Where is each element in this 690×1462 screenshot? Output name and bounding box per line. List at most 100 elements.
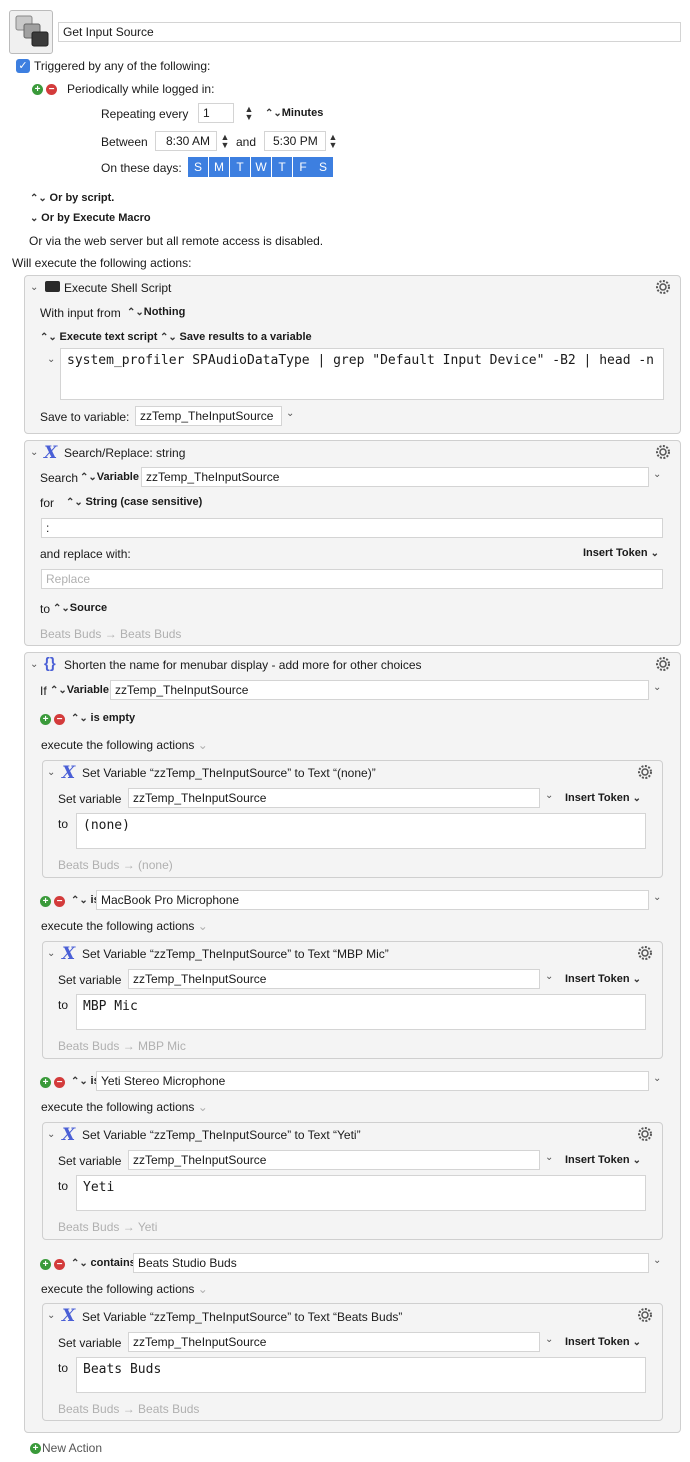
set-variable-text[interactable]: Yeti — [76, 1175, 646, 1211]
remove-case-button[interactable]: − — [54, 1077, 65, 1088]
set-variable-text[interactable]: Beats Buds — [76, 1357, 646, 1393]
remove-trigger-button[interactable]: − — [46, 84, 57, 95]
case-condition-popup[interactable]: ⌃⌄ is empty — [71, 712, 135, 724]
case-value-field[interactable]: MacBook Pro Microphone — [96, 890, 649, 910]
set-variable-gear-icon[interactable] — [636, 944, 654, 962]
set-variable-field[interactable]: zzTemp_TheInputSource — [128, 1150, 540, 1170]
repeat-stepper[interactable]: ▲ ▼ — [244, 105, 254, 123]
macro-icon — [9, 10, 53, 54]
add-trigger-button[interactable]: + — [32, 84, 43, 95]
set-variable-field[interactable]: zzTemp_TheInputSource — [128, 969, 540, 989]
or-by-execute-macro[interactable]: ⌄ Or by Execute Macro — [30, 212, 151, 224]
set-variable-chevron[interactable]: ⌄ — [545, 1334, 553, 1345]
execute-actions-label: execute the following actions ⌄ — [41, 919, 208, 933]
add-case-button[interactable]: + — [40, 1259, 51, 1270]
set-variable-chevron[interactable]: ⌄ — [545, 971, 553, 982]
insert-token-button[interactable]: Insert Token ⌄ — [565, 973, 641, 985]
shell-script-text[interactable]: system_profiler SPAudioDataType | grep "… — [60, 348, 664, 400]
if-gear-icon[interactable] — [654, 655, 672, 673]
shell-collapse-chevron[interactable]: ⌄ — [30, 282, 38, 293]
set-variable-preview: Beats Buds → Yeti — [58, 1220, 158, 1234]
repeat-unit-popup[interactable]: ⌃⌄Minutes — [265, 107, 323, 119]
start-time-field[interactable]: 8:30 AM — [155, 131, 217, 151]
day-friday[interactable]: F — [293, 157, 313, 177]
search-for-field[interactable]: : — [41, 518, 663, 538]
case-value-chevron[interactable]: ⌄ — [653, 892, 661, 903]
save-variable-field[interactable]: zzTemp_TheInputSource — [135, 406, 282, 426]
day-monday[interactable]: M — [209, 157, 229, 177]
save-variable-chevron[interactable]: ⌄ — [286, 408, 294, 419]
add-case-button[interactable]: + — [40, 896, 51, 907]
day-thursday[interactable]: T — [272, 157, 292, 177]
case-value-chevron[interactable]: ⌄ — [653, 1073, 661, 1084]
set-variable-gear-icon[interactable] — [636, 1306, 654, 1324]
set-variable-gear-icon[interactable] — [636, 1125, 654, 1143]
if-variable-chevron[interactable]: ⌄ — [653, 682, 661, 693]
case-value-chevron[interactable]: ⌄ — [653, 1255, 661, 1266]
shell-gear-icon[interactable] — [654, 278, 672, 296]
search-type-popup[interactable]: ⌃⌄Variable — [80, 471, 139, 483]
set-variable-field[interactable]: zzTemp_TheInputSource — [128, 1332, 540, 1352]
case-value-field[interactable]: Yeti Stereo Microphone — [96, 1071, 649, 1091]
to-label: to — [58, 817, 69, 831]
input-source-popup[interactable]: ⌃⌄Nothing — [127, 306, 185, 318]
to-label: to — [40, 602, 51, 616]
insert-token-button[interactable]: Insert Token ⌄ — [565, 1336, 641, 1348]
day-wednesday[interactable]: W — [251, 157, 271, 177]
search-gear-icon[interactable] — [654, 443, 672, 461]
set-variable-field[interactable]: zzTemp_TheInputSource — [128, 788, 540, 808]
insert-token-button[interactable]: Insert Token ⌄ — [565, 1154, 641, 1166]
save-variable-label: Save to variable: — [40, 410, 130, 424]
set-variable-collapse-chevron[interactable]: ⌄ — [47, 1129, 55, 1140]
script-collapse-chevron[interactable]: ⌄ — [47, 354, 55, 365]
set-variable-label: Set variable — [58, 1336, 122, 1350]
for-type-popup[interactable]: ⌃⌄ String (case sensitive) — [66, 496, 202, 508]
search-variable-field[interactable]: zzTemp_TheInputSource — [141, 467, 649, 487]
variable-x-icon: X — [62, 1125, 76, 1145]
day-tuesday[interactable]: T — [230, 157, 250, 177]
remove-case-button[interactable]: − — [54, 896, 65, 907]
execute-actions-label: execute the following actions ⌄ — [41, 1282, 208, 1296]
set-variable-chevron[interactable]: ⌄ — [545, 1152, 553, 1163]
set-variable-collapse-chevron[interactable]: ⌄ — [47, 767, 55, 778]
insert-token-button[interactable]: Insert Token ⌄ — [565, 792, 641, 804]
and-label: and — [236, 135, 257, 149]
new-action-button[interactable]: New Action — [42, 1441, 102, 1455]
remove-case-button[interactable]: − — [54, 1259, 65, 1270]
set-variable-preview: Beats Buds → (none) — [58, 858, 173, 872]
if-collapse-chevron[interactable]: ⌄ — [30, 659, 38, 670]
if-type-popup[interactable]: ⌃⌄Variable — [50, 684, 109, 696]
terminal-icon — [45, 281, 60, 292]
macro-name-field[interactable]: Get Input Source — [58, 22, 681, 42]
start-time-stepper[interactable]: ▲ ▼ — [220, 133, 230, 151]
set-variable-chevron[interactable]: ⌄ — [545, 790, 553, 801]
search-variable-chevron[interactable]: ⌄ — [653, 469, 661, 480]
or-by-script[interactable]: ⌃⌄ Or by script. — [30, 192, 114, 204]
day-saturday[interactable]: S — [313, 157, 333, 177]
replace-field[interactable]: Replace — [41, 569, 663, 589]
save-mode-popup[interactable]: ⌃⌄ Save results to a variable — [160, 331, 312, 343]
set-variable-collapse-chevron[interactable]: ⌄ — [47, 1310, 55, 1321]
case-condition-popup[interactable]: ⌃⌄ contains — [71, 1257, 136, 1269]
if-variable-field[interactable]: zzTemp_TheInputSource — [110, 680, 649, 700]
set-variable-text[interactable]: (none) — [76, 813, 646, 849]
set-variable-gear-icon[interactable] — [636, 763, 654, 781]
set-variable-collapse-chevron[interactable]: ⌄ — [47, 948, 55, 959]
search-insert-token-button[interactable]: Insert Token ⌄ — [583, 547, 659, 559]
execute-mode-popup[interactable]: ⌃⌄ Execute text script — [40, 331, 157, 343]
search-collapse-chevron[interactable]: ⌄ — [30, 447, 38, 458]
add-case-button[interactable]: + — [40, 714, 51, 725]
day-sunday[interactable]: S — [188, 157, 208, 177]
to-type-popup[interactable]: ⌃⌄Source — [53, 602, 107, 614]
case-value-field[interactable]: Beats Studio Buds — [133, 1253, 649, 1273]
repeat-value-field[interactable]: 1 — [198, 103, 234, 123]
end-time-field[interactable]: 5:30 PM — [264, 131, 326, 151]
add-case-button[interactable]: + — [40, 1077, 51, 1088]
set-variable-text[interactable]: MBP Mic — [76, 994, 646, 1030]
search-title: Search/Replace: string — [64, 446, 186, 460]
triggered-checkbox[interactable]: ✓ — [16, 59, 30, 73]
variable-x-icon: X — [62, 1306, 76, 1326]
remove-case-button[interactable]: − — [54, 714, 65, 725]
end-time-stepper[interactable]: ▲ ▼ — [328, 133, 338, 151]
new-action-plus-icon[interactable]: + — [30, 1443, 41, 1454]
